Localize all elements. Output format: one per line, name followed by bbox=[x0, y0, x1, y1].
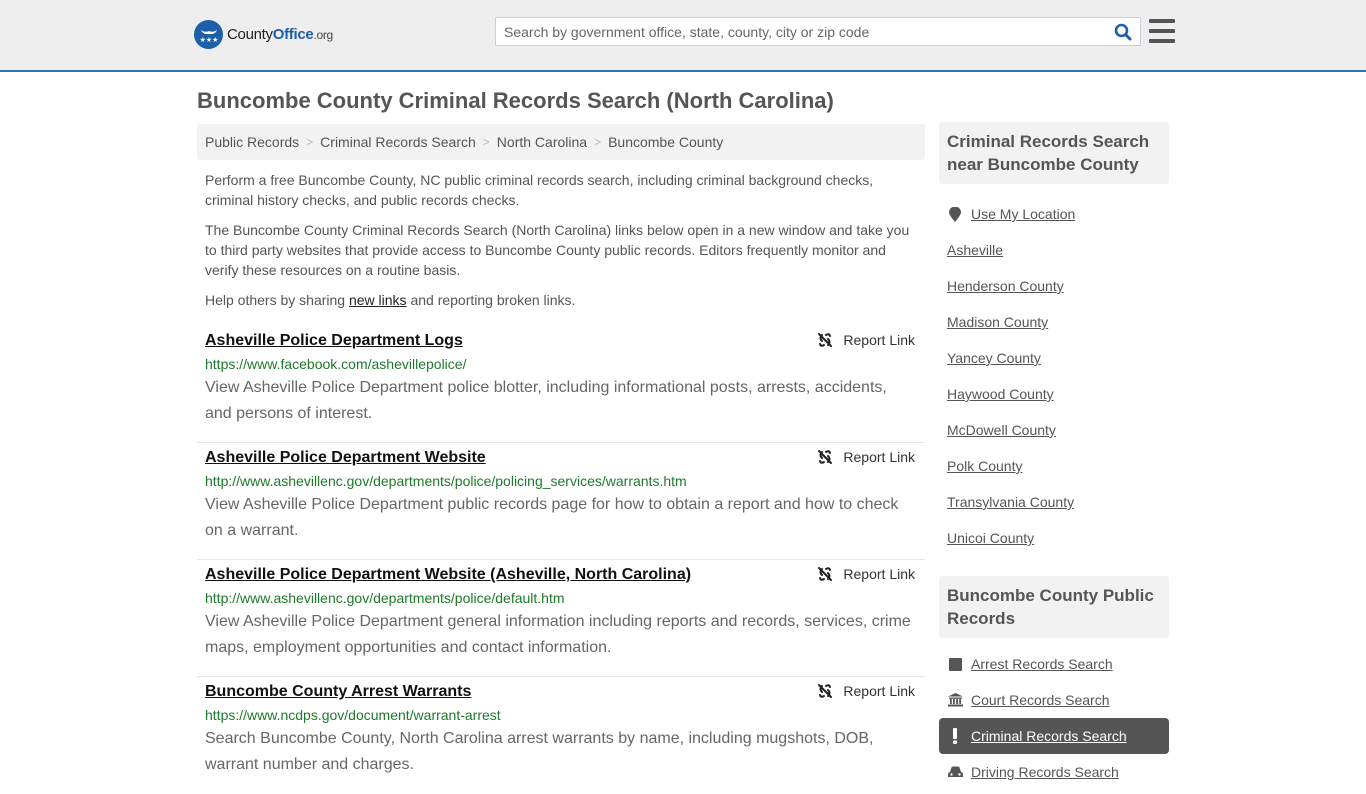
broken-link-icon bbox=[818, 450, 833, 464]
courthouse-icon bbox=[947, 693, 963, 707]
breadcrumb-criminal-records-search[interactable]: Criminal Records Search bbox=[320, 134, 476, 150]
result-url: https://www.facebook.com/ashevillepolice… bbox=[205, 356, 467, 372]
result-description: View Asheville Police Department public … bbox=[205, 496, 899, 539]
nearby-item: Haywood County bbox=[947, 376, 1161, 412]
nearby-item: Yancey County bbox=[947, 340, 1161, 376]
report-link-label: Report Link bbox=[843, 566, 915, 582]
nearby-link-mcdowell-county[interactable]: McDowell County bbox=[947, 422, 1056, 438]
map-pin-icon bbox=[947, 206, 963, 222]
arrest-records-search-link[interactable]: Arrest Records Search bbox=[971, 656, 1113, 672]
svg-text:★★★: ★★★ bbox=[199, 36, 218, 44]
driving-records-search-link[interactable]: Driving Records Search bbox=[971, 764, 1119, 780]
nearby-heading: Criminal Records Search near Buncombe Co… bbox=[939, 122, 1169, 184]
records-item-driving: Driving Records Search bbox=[939, 754, 1169, 790]
report-link-button[interactable]: Report Link bbox=[817, 449, 915, 465]
nearby-link-asheville[interactable]: Asheville bbox=[947, 242, 1003, 258]
use-my-location-item: Use My Location bbox=[947, 196, 1161, 232]
nearby-link-polk-county[interactable]: Polk County bbox=[947, 458, 1022, 474]
result-title-link[interactable]: Asheville Police Department Logs bbox=[205, 332, 463, 350]
result-item: Asheville Police Department Website Repo… bbox=[197, 443, 925, 560]
logo-tld: .org bbox=[313, 28, 333, 42]
breadcrumb-buncombe-county[interactable]: Buncombe County bbox=[608, 134, 723, 150]
broken-link-icon bbox=[818, 684, 833, 698]
nearby-item: Henderson County bbox=[947, 268, 1161, 304]
breadcrumb: Public Records > Criminal Records Search… bbox=[197, 124, 925, 160]
report-link-button[interactable]: Report Link bbox=[817, 566, 915, 582]
search-bar bbox=[495, 17, 1141, 46]
site-logo[interactable]: ★★★ CountyOffice.org bbox=[194, 20, 333, 49]
nearby-list: Use My Location Asheville Henderson Coun… bbox=[939, 184, 1169, 556]
nearby-link-yancey-county[interactable]: Yancey County bbox=[947, 350, 1041, 366]
exclamation-icon bbox=[947, 728, 963, 744]
breadcrumb-separator: > bbox=[306, 135, 314, 149]
records-item-arrest: Arrest Records Search bbox=[939, 646, 1169, 682]
intro-paragraph-2: The Buncombe County Criminal Records Sea… bbox=[205, 222, 910, 278]
logo-office: Office bbox=[272, 26, 314, 43]
intro-paragraph-3: Help others by sharing new links and rep… bbox=[205, 290, 920, 310]
sidebar: Criminal Records Search near Buncombe Co… bbox=[939, 122, 1169, 790]
square-icon bbox=[947, 657, 963, 671]
site-header: ★★★ CountyOffice.org bbox=[0, 0, 1366, 72]
breadcrumb-north-carolina[interactable]: North Carolina bbox=[497, 134, 587, 150]
report-link-label: Report Link bbox=[843, 449, 915, 465]
public-records-list: Arrest Records Search Court Records Sear… bbox=[939, 638, 1169, 790]
search-icon bbox=[1114, 23, 1132, 40]
nearby-item: Polk County bbox=[947, 448, 1161, 484]
breadcrumb-public-records[interactable]: Public Records bbox=[205, 134, 299, 150]
result-description: View Asheville Police Department police … bbox=[205, 379, 887, 422]
court-records-search-link[interactable]: Court Records Search bbox=[971, 692, 1110, 708]
result-item: Asheville Police Department Website (Ash… bbox=[197, 560, 925, 677]
use-my-location-link[interactable]: Use My Location bbox=[971, 206, 1075, 222]
new-links-link[interactable]: new links bbox=[349, 292, 407, 308]
result-url: https://www.ncdps.gov/document/warrant-a… bbox=[205, 707, 501, 723]
result-url: http://www.ashevillenc.gov/departments/p… bbox=[205, 590, 565, 606]
nearby-item: Transylvania County bbox=[947, 484, 1161, 520]
nearby-link-transylvania-county[interactable]: Transylvania County bbox=[947, 494, 1074, 510]
broken-link-icon bbox=[818, 567, 833, 581]
records-item-court: Court Records Search bbox=[939, 682, 1169, 718]
nearby-item: McDowell County bbox=[947, 412, 1161, 448]
result-item: Asheville Police Department Logs Report … bbox=[197, 326, 925, 443]
result-item: Buncombe County Arrest Warrants Report L… bbox=[197, 677, 925, 794]
nearby-item: Unicoi County bbox=[947, 520, 1161, 556]
intro-paragraph-1: Perform a free Buncombe County, NC publi… bbox=[205, 172, 874, 208]
result-title-link[interactable]: Buncombe County Arrest Warrants bbox=[205, 683, 471, 701]
report-link-label: Report Link bbox=[843, 332, 915, 348]
breadcrumb-separator: > bbox=[594, 135, 602, 149]
nearby-link-haywood-county[interactable]: Haywood County bbox=[947, 386, 1054, 402]
nearby-link-unicoi-county[interactable]: Unicoi County bbox=[947, 530, 1034, 546]
result-description: Search Buncombe County, North Carolina a… bbox=[205, 730, 874, 773]
search-button[interactable] bbox=[1106, 18, 1140, 45]
records-item-criminal-active: Criminal Records Search bbox=[939, 718, 1169, 754]
report-link-button[interactable]: Report Link bbox=[817, 332, 915, 348]
result-url: http://www.ashevillenc.gov/departments/p… bbox=[205, 473, 687, 489]
logo-county: County bbox=[227, 26, 273, 43]
page-title: Buncombe County Criminal Records Search … bbox=[197, 88, 834, 113]
hamburger-menu-icon[interactable] bbox=[1149, 19, 1175, 43]
intro-p3-after: and reporting broken links. bbox=[406, 292, 576, 308]
criminal-records-search-link[interactable]: Criminal Records Search bbox=[971, 728, 1127, 744]
result-title-link[interactable]: Asheville Police Department Website (Ash… bbox=[205, 566, 691, 584]
nearby-item: Asheville bbox=[947, 232, 1161, 268]
report-link-label: Report Link bbox=[843, 683, 915, 699]
result-description: View Asheville Police Department general… bbox=[205, 613, 911, 656]
results-list: Asheville Police Department Logs Report … bbox=[197, 326, 925, 794]
car-icon bbox=[947, 766, 963, 779]
nearby-link-madison-county[interactable]: Madison County bbox=[947, 314, 1048, 330]
intro-text: Perform a free Buncombe County, NC publi… bbox=[205, 170, 920, 320]
nearby-link-henderson-county[interactable]: Henderson County bbox=[947, 278, 1064, 294]
eagle-stars-icon: ★★★ bbox=[194, 20, 223, 49]
public-records-heading: Buncombe County Public Records bbox=[939, 576, 1169, 638]
broken-link-icon bbox=[818, 333, 833, 347]
result-title-link[interactable]: Asheville Police Department Website bbox=[205, 449, 486, 467]
breadcrumb-separator: > bbox=[482, 135, 490, 149]
report-link-button[interactable]: Report Link bbox=[817, 683, 915, 699]
intro-p3-before: Help others by sharing bbox=[205, 292, 349, 308]
search-input[interactable] bbox=[496, 18, 1106, 45]
logo-text: CountyOffice.org bbox=[227, 26, 333, 43]
nearby-item: Madison County bbox=[947, 304, 1161, 340]
